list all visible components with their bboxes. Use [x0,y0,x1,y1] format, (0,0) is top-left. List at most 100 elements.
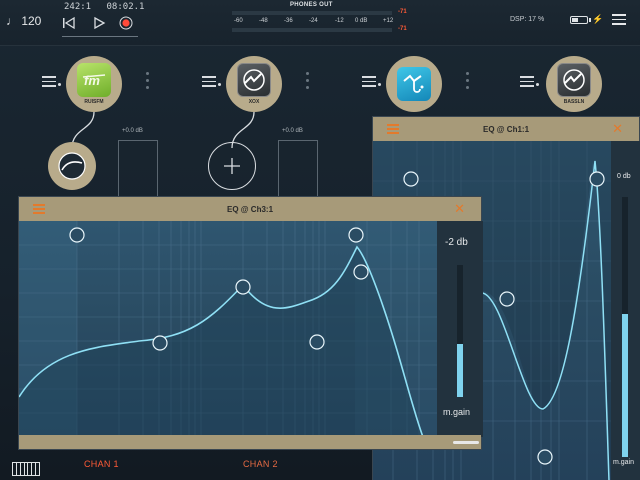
record-icon [119,16,133,30]
eq-menu-icon[interactable] [387,124,399,136]
meter-bar-right [232,28,392,32]
plugin-name: XOX [248,99,260,105]
plugin-name: BASSLN [563,99,585,105]
main-menu-button[interactable] [612,14,626,28]
meter-scale: -60 -48 -36 -24 -12 0 dB +12 [228,18,398,26]
eq-band-handle[interactable] [353,264,369,280]
meter-tick: -24 [309,18,318,24]
eq-gain-panel: 0 db m.gain [611,141,640,480]
fm-icon: fm [82,73,106,87]
xox-icon [243,69,265,91]
peak-right: -71 [398,26,407,32]
tempo-display[interactable]: ♩ 120 [6,14,41,28]
close-icon[interactable]: ✕ [612,121,623,137]
meter-tick: -48 [259,18,268,24]
position-display: 242:1 08:02.1 [64,2,154,12]
eq-window-header[interactable]: EQ @ Ch3:1 ✕ [19,197,481,221]
plugin-slot-bassln[interactable]: BASSLN [546,56,602,112]
eq-band-handle[interactable] [403,171,419,187]
channel-2-more-icon[interactable] [306,72,309,93]
channel-1-tab[interactable]: CHAN 1 [84,459,119,469]
close-icon[interactable]: ✕ [454,201,465,217]
keyboard-icon[interactable] [12,462,40,476]
battery-tip [589,18,591,22]
eq-band-handle[interactable] [152,335,168,351]
eq-plugin-icon [58,152,86,180]
meter-tick: -12 [335,18,344,24]
meter-tick: +12 [383,18,394,24]
time-position: 08:02.1 [106,2,145,12]
transport-underline [62,36,138,37]
meter-tick: 0 dB [355,18,368,24]
channel-1-menu-icon[interactable] [42,76,56,90]
eq-window-ch3[interactable]: EQ @ Ch3:1 ✕ -2 db m.gain [18,196,483,450]
bassln-icon [563,69,585,91]
eq-band-handle[interactable] [309,334,325,350]
channel-1-fader[interactable] [118,140,158,200]
play-button[interactable] [90,14,108,32]
eq-curve-graph [19,221,437,437]
battery-icon [570,16,588,24]
gain-value: -2 db [445,237,468,248]
connector-dot [58,83,61,86]
bar-position: 242:1 [64,2,92,12]
plus-icon [224,158,240,174]
channel-3-plugin-logo-icon [397,67,431,101]
channel-2-menu-icon[interactable] [202,76,216,90]
gain-fill [457,344,463,397]
plugin-slot-xox[interactable]: XOX [226,56,282,112]
eq-band-handle[interactable] [499,291,515,307]
gain-slider[interactable] [457,265,463,397]
gain-fill [622,314,628,457]
channel-2-fader[interactable] [278,140,318,200]
eq-band-handle[interactable] [537,449,553,465]
top-bar: ♩ 120 242:1 08:02.1 PHONES OUT -60 -48 -… [0,0,640,46]
bassln-logo-icon [557,63,591,97]
rewind-icon [63,16,75,30]
gain-slider[interactable] [622,197,628,457]
connector-dot [536,83,539,86]
rewind-button[interactable] [60,14,78,32]
resize-handle[interactable] [453,441,479,444]
channel-4-menu-icon[interactable] [520,76,534,90]
plugin-slot-channel-3[interactable] [386,56,442,112]
eq-band-handle[interactable] [348,227,364,243]
eq-window-title: EQ @ Ch3:1 [226,204,274,214]
channel-3-more-icon[interactable] [466,72,469,93]
peak-left: -71 [398,9,407,15]
eq-gain-panel: -2 db m.gain [437,221,483,437]
add-effect-button[interactable] [208,142,256,190]
effect-slot-eq[interactable] [48,142,96,190]
meter-tick: -60 [234,18,243,24]
eq-window-header[interactable]: EQ @ Ch1:1 ✕ [373,117,639,141]
record-button[interactable] [117,14,135,32]
meter-title: PHONES OUT [290,2,333,8]
play-icon [94,16,106,30]
gain-value: 0 db [617,173,631,180]
channel-2-fader-value: +0.0 dB [282,128,303,134]
dsp-load: DSP: 17 % [510,16,545,23]
channel-2-tab[interactable]: CHAN 2 [243,459,278,469]
plugin-slot-ruisfm[interactable]: fm RUISFM [66,56,122,112]
channel-1-fader-value: +0.0 dB [122,128,143,134]
meter-tick: -36 [284,18,293,24]
wave-hook-icon [403,74,424,93]
charging-icon: ⚡ [592,14,604,24]
connector-dot [378,83,381,86]
eq-band-handle[interactable] [69,227,85,243]
eq-menu-icon[interactable] [33,204,45,216]
xox-logo-icon [237,63,271,97]
gain-label: m.gain [443,407,471,417]
gain-label: m.gain [613,459,635,466]
ruisfm-logo-icon: fm [77,63,111,97]
eq-window-title: EQ @ Ch1:1 [482,124,530,134]
channel-3-menu-icon[interactable] [362,76,376,90]
eq-graph[interactable] [19,221,437,437]
meter-bar-left [232,11,392,15]
channel-1-more-icon[interactable] [146,72,149,93]
eq-band-handle[interactable] [589,171,605,187]
plugin-name: RUISFM [84,99,104,105]
eq-window-footer [19,435,481,449]
connector-dot [218,83,221,86]
eq-band-handle[interactable] [235,279,251,295]
